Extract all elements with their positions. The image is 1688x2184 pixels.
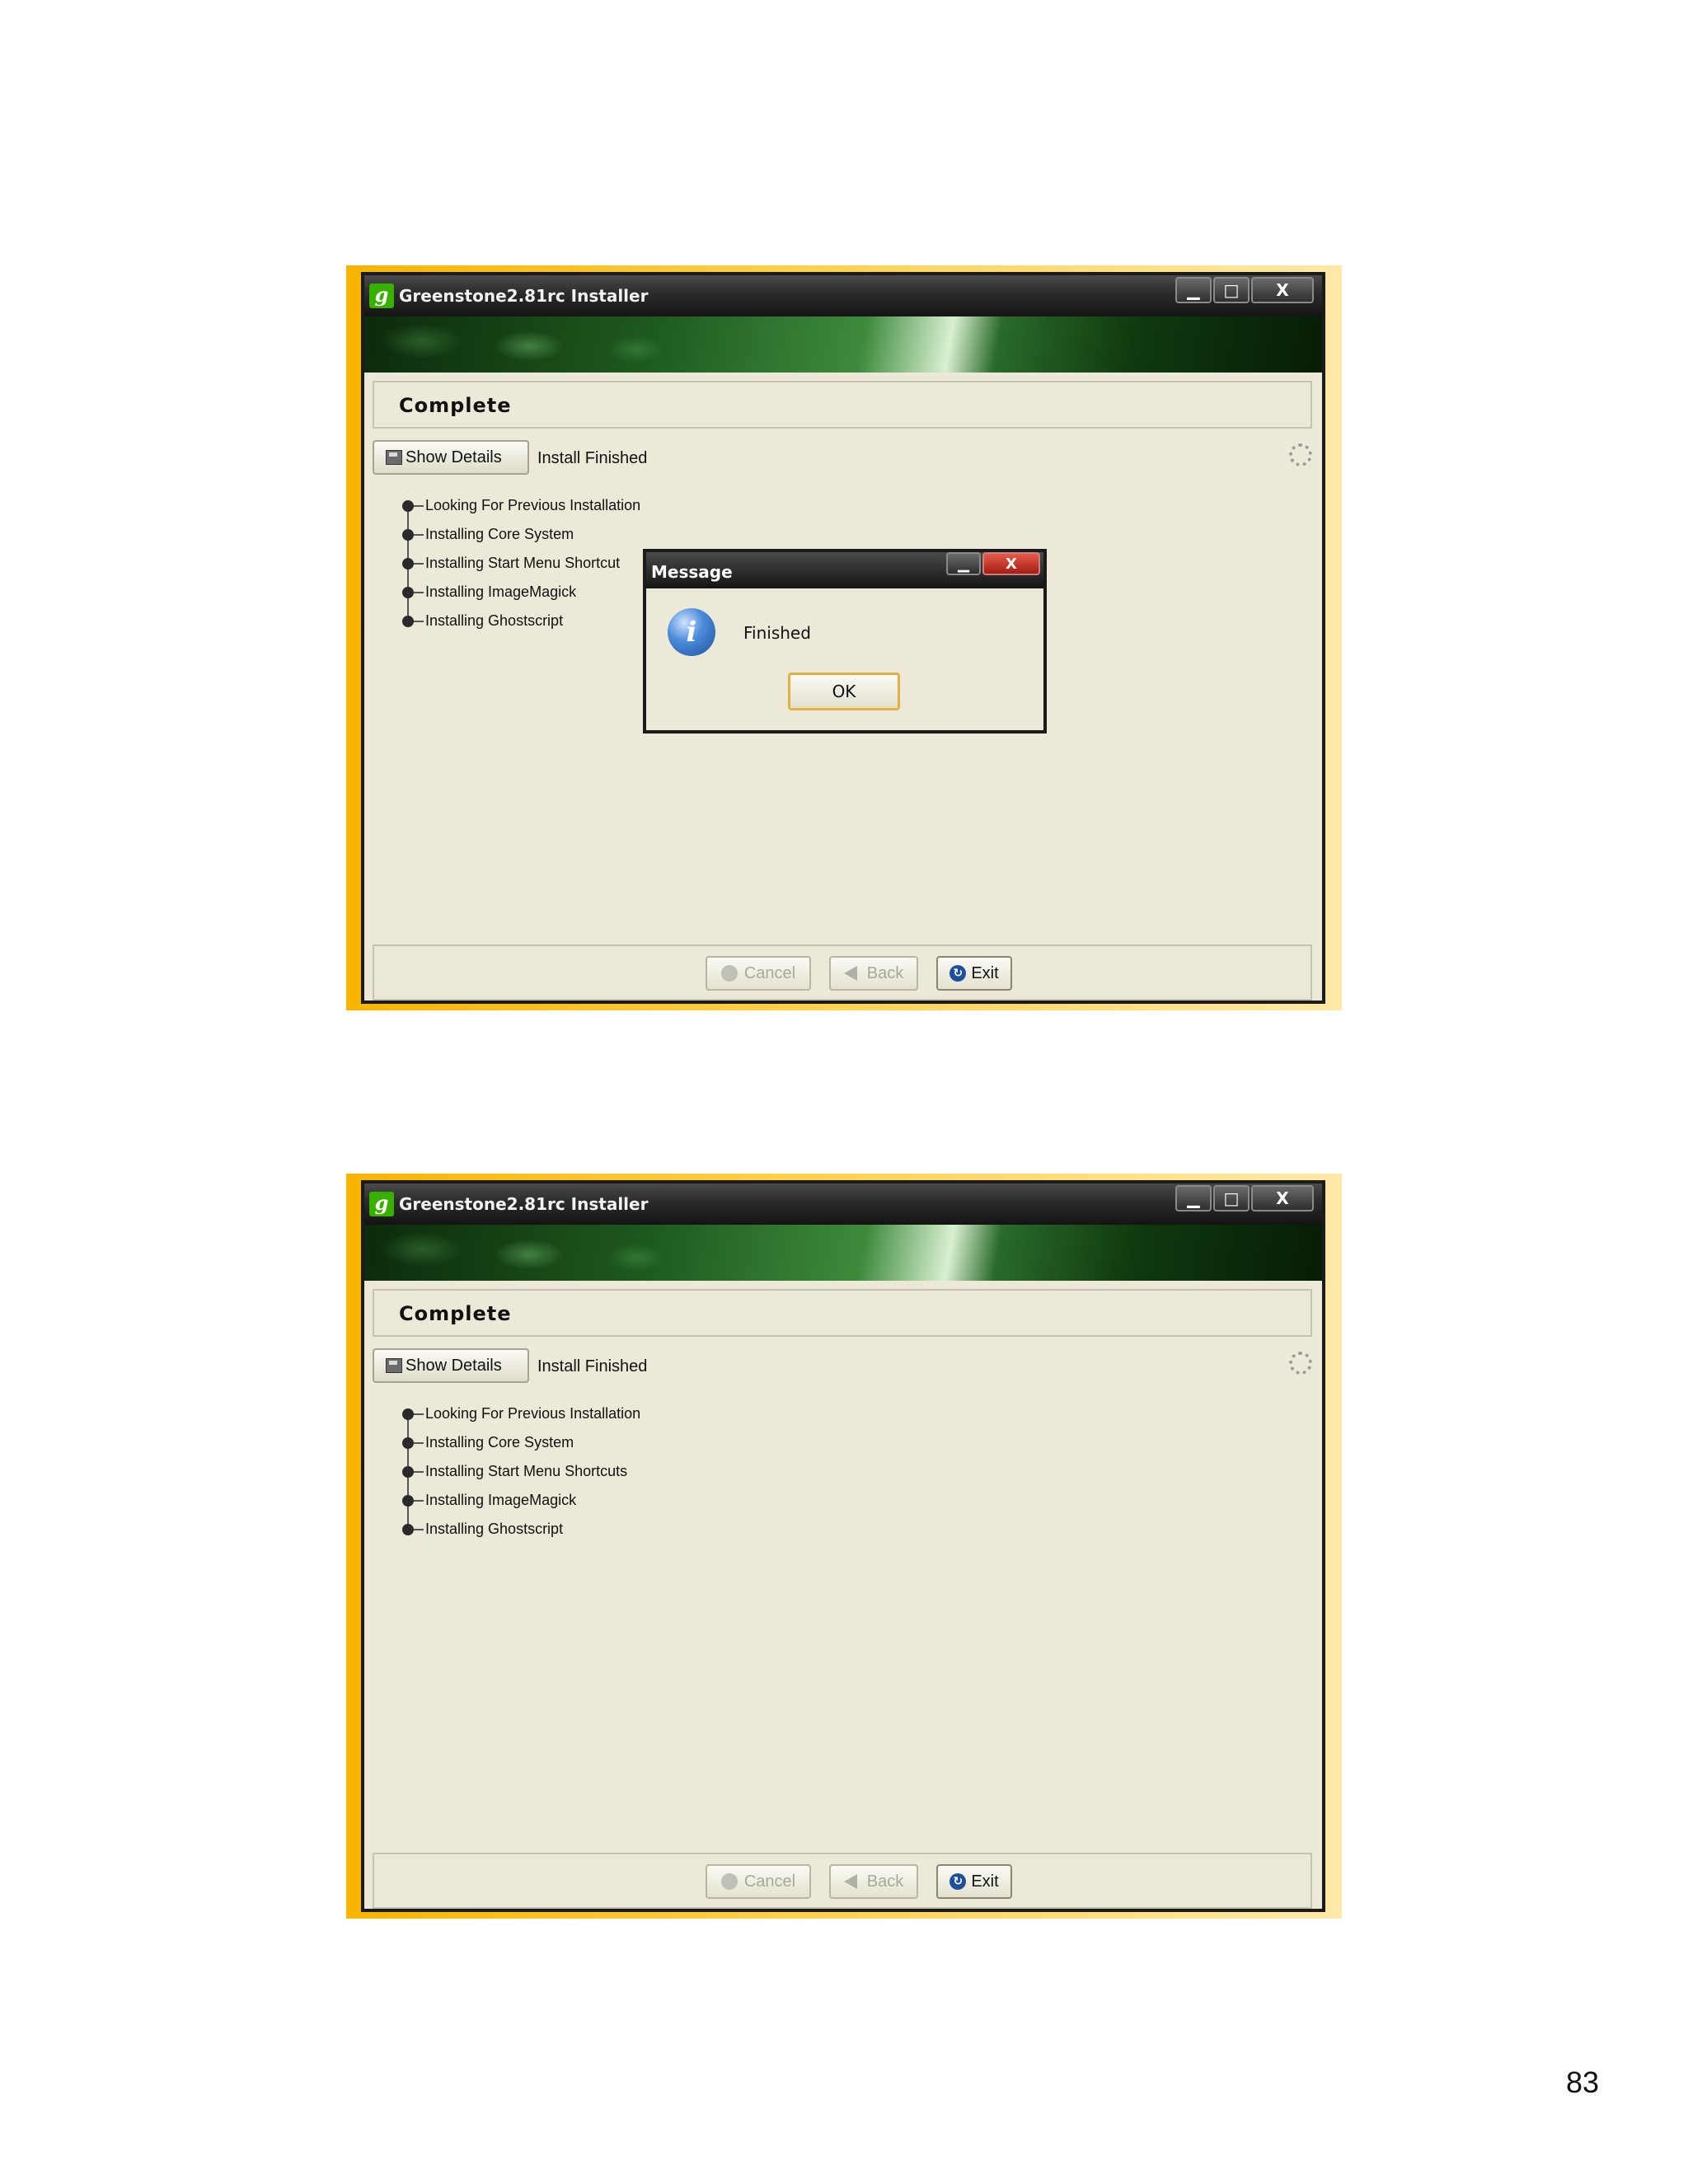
back-arrow-icon — [843, 966, 857, 981]
step-item: Installing Core System — [402, 1428, 640, 1457]
installer-window: g Greenstone2.81rc Installer ▁ □ X Compl… — [361, 1180, 1325, 1912]
cancel-button[interactable]: Cancel — [706, 956, 811, 991]
button-bar: Cancel Back ↻ Exit — [373, 1853, 1312, 1909]
progress-spinner-icon — [1289, 1352, 1312, 1375]
step-bullet-icon — [402, 586, 414, 598]
dialog-message: Finished — [743, 623, 811, 643]
back-arrow-icon — [843, 1874, 857, 1889]
exit-icon: ↻ — [950, 1873, 967, 1890]
details-icon — [386, 1358, 402, 1373]
exit-label: Exit — [971, 1872, 999, 1891]
exit-label: Exit — [971, 963, 999, 982]
step-item: Installing ImageMagick — [402, 1486, 640, 1515]
step-bullet-icon — [402, 1465, 414, 1478]
minimize-button[interactable]: ▁ — [1175, 1185, 1212, 1212]
ok-button[interactable]: OK — [788, 673, 900, 710]
step-label: Installing Ghostscript — [425, 1521, 564, 1537]
step-header: Complete — [373, 381, 1312, 429]
step-label: Installing Start Menu Shortcuts — [425, 1463, 628, 1479]
cancel-button[interactable]: Cancel — [706, 1864, 811, 1899]
step-item: Installing Ghostscript — [402, 1515, 640, 1544]
step-item: Installing Start Menu Shortcut — [402, 549, 640, 578]
cancel-label: Cancel — [743, 1872, 796, 1891]
installer-window: g Greenstone2.81rc Installer ▁ □ X Compl… — [361, 272, 1325, 1004]
step-label: Installing Core System — [425, 1434, 574, 1451]
step-label: Looking For Previous Installation — [425, 497, 641, 513]
step-item: Looking For Previous Installation — [402, 491, 640, 520]
show-details-button[interactable]: Show Details — [373, 1348, 529, 1383]
step-item: Installing Core System — [402, 520, 640, 549]
step-item: Installing Ghostscript — [402, 607, 640, 635]
step-bullet-icon — [402, 1494, 414, 1507]
screenshot-1: g Greenstone2.81rc Installer ▁ □ X Compl… — [346, 265, 1342, 1010]
dialog-close-button[interactable]: X — [982, 552, 1040, 575]
step-bullet-icon — [402, 557, 414, 569]
cancel-label: Cancel — [743, 963, 796, 982]
window-title: Greenstone2.81rc Installer — [399, 1194, 649, 1214]
step-label: Installing Core System — [425, 526, 574, 542]
back-button[interactable]: Back — [829, 956, 918, 991]
dialog-title-bar[interactable]: Message ▁ X — [646, 552, 1043, 588]
step-bullet-icon — [402, 615, 414, 627]
exit-icon: ↻ — [950, 965, 967, 982]
status-text: Install Finished — [537, 449, 648, 467]
window-title: Greenstone2.81rc Installer — [399, 286, 649, 306]
back-label: Back — [866, 1872, 904, 1891]
step-bullet-icon — [402, 1523, 414, 1535]
step-label: Installing ImageMagick — [425, 583, 577, 600]
progress-spinner-icon — [1289, 443, 1312, 466]
show-details-label: Show Details — [406, 1356, 502, 1375]
step-bullet-icon — [402, 528, 414, 541]
title-bar[interactable]: g Greenstone2.81rc Installer ▁ □ X — [364, 275, 1322, 316]
dialog-title: Message — [651, 562, 733, 582]
green-banner — [364, 1225, 1322, 1281]
back-label: Back — [866, 963, 904, 982]
step-bullet-icon — [402, 1436, 414, 1449]
minimize-button[interactable]: ▁ — [1175, 277, 1212, 303]
maximize-button[interactable]: □ — [1213, 277, 1250, 303]
step-header: Complete — [373, 1289, 1312, 1337]
close-button[interactable]: X — [1251, 1185, 1314, 1212]
step-label: Looking For Previous Installation — [425, 1405, 641, 1422]
show-details-label: Show Details — [406, 448, 502, 466]
step-item: Looking For Previous Installation — [402, 1399, 640, 1428]
maximize-button[interactable]: □ — [1213, 1185, 1250, 1212]
step-title: Complete — [399, 1302, 512, 1325]
green-banner — [364, 316, 1322, 373]
screenshot-2: g Greenstone2.81rc Installer ▁ □ X Compl… — [346, 1174, 1342, 1919]
status-text: Install Finished — [537, 1357, 648, 1376]
step-bullet-icon — [402, 1408, 414, 1420]
step-item: Installing ImageMagick — [402, 578, 640, 607]
step-bullet-icon — [402, 499, 414, 512]
step-label: Installing Ghostscript — [425, 612, 564, 629]
cancel-icon — [720, 965, 738, 982]
button-bar: Cancel Back ↻ Exit — [373, 944, 1312, 1001]
title-bar[interactable]: g Greenstone2.81rc Installer ▁ □ X — [364, 1183, 1322, 1225]
show-details-button[interactable]: Show Details — [373, 440, 529, 475]
dialog-minimize-button[interactable]: ▁ — [946, 552, 981, 575]
info-icon: i — [668, 608, 715, 656]
step-label: Installing ImageMagick — [425, 1492, 577, 1508]
step-list: Looking For Previous Installation Instal… — [402, 1399, 640, 1544]
greenstone-app-icon: g — [369, 284, 394, 308]
cancel-icon — [720, 1873, 738, 1890]
exit-button[interactable]: ↻ Exit — [936, 956, 1012, 991]
details-icon — [386, 450, 402, 465]
close-button[interactable]: X — [1251, 277, 1314, 303]
step-label: Installing Start Menu Shortcut — [425, 555, 621, 571]
message-dialog: Message ▁ X i Finished OK — [643, 549, 1047, 733]
greenstone-app-icon: g — [369, 1192, 394, 1216]
exit-button[interactable]: ↻ Exit — [936, 1864, 1012, 1899]
back-button[interactable]: Back — [829, 1864, 918, 1899]
step-list: Looking For Previous Installation Instal… — [402, 491, 640, 635]
step-item: Installing Start Menu Shortcuts — [402, 1457, 640, 1486]
page-number: 83 — [1565, 2065, 1599, 2099]
step-title: Complete — [399, 394, 512, 417]
